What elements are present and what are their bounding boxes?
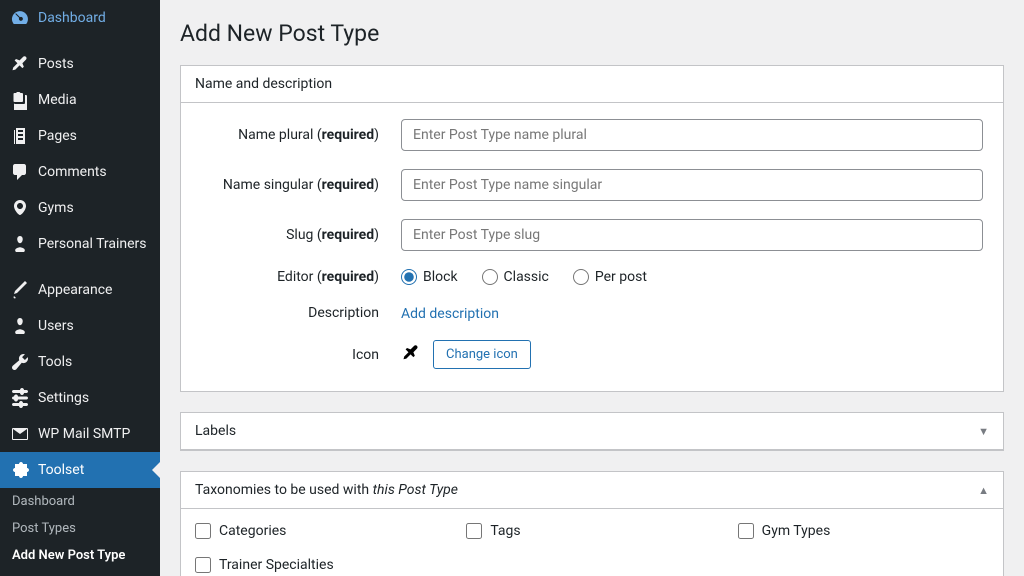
sidebar-item-personal-trainers[interactable]: Personal Trainers bbox=[0, 226, 160, 262]
checkbox-input-gym-types[interactable] bbox=[738, 523, 754, 539]
radio-classic[interactable] bbox=[482, 269, 498, 285]
media-icon bbox=[10, 90, 30, 110]
puzzle-icon bbox=[10, 460, 30, 480]
admin-sidebar: Dashboard Posts Media Pages Comments Gym… bbox=[0, 0, 160, 576]
slug-label: Slug (required) bbox=[201, 227, 401, 243]
panel-header-name-desc: Name and description bbox=[181, 66, 1003, 103]
main-content: Add New Post Type Name and description N… bbox=[160, 0, 1024, 576]
sidebar-item-settings[interactable]: Settings bbox=[0, 380, 160, 416]
user-icon bbox=[10, 234, 30, 254]
change-icon-button[interactable]: Change icon bbox=[433, 340, 531, 369]
panel-taxonomies: Taxonomies to be used with this Post Typ… bbox=[180, 471, 1004, 576]
description-label: Description bbox=[201, 305, 401, 321]
form-row-icon: Icon Change icon bbox=[201, 340, 983, 369]
sidebar-item-media[interactable]: Media bbox=[0, 82, 160, 118]
icon-label: Icon bbox=[201, 347, 401, 363]
sidebar-item-label: Gyms bbox=[38, 200, 74, 216]
form-row-name-plural: Name plural (required) bbox=[201, 119, 983, 151]
sidebar-item-label: Appearance bbox=[38, 282, 112, 298]
sidebar-item-label: Comments bbox=[38, 164, 107, 180]
map-marker-icon bbox=[10, 198, 30, 218]
checkbox-trainer-specialties[interactable]: Trainer Specialties bbox=[195, 557, 446, 573]
sidebar-item-label: Pages bbox=[38, 128, 77, 144]
sidebar-item-label: Toolset bbox=[38, 462, 84, 478]
sidebar-item-wp-mail-smtp[interactable]: WP Mail SMTP bbox=[0, 416, 160, 452]
pin-icon bbox=[401, 343, 421, 367]
sidebar-item-label: Media bbox=[38, 92, 77, 108]
gauge-icon bbox=[10, 8, 30, 28]
checkbox-input-tags[interactable] bbox=[466, 523, 482, 539]
sidebar-item-comments[interactable]: Comments bbox=[0, 154, 160, 190]
slug-input[interactable] bbox=[401, 219, 983, 251]
add-description-link[interactable]: Add description bbox=[401, 306, 499, 322]
checkbox-gym-types[interactable]: Gym Types bbox=[738, 523, 989, 539]
radio-block[interactable] bbox=[401, 269, 417, 285]
sidebar-item-tools[interactable]: Tools bbox=[0, 344, 160, 380]
name-singular-input[interactable] bbox=[401, 169, 983, 201]
radio-option-classic[interactable]: Classic bbox=[482, 269, 549, 285]
form-row-slug: Slug (required) bbox=[201, 219, 983, 251]
radio-option-per-post[interactable]: Per post bbox=[573, 269, 647, 285]
page-title: Add New Post Type bbox=[180, 20, 1004, 47]
sidebar-subitem-post-types[interactable]: Post Types bbox=[0, 515, 160, 542]
sidebar-item-label: WP Mail SMTP bbox=[38, 426, 130, 442]
sidebar-subitem-add-new-post-type[interactable]: Add New Post Type bbox=[0, 542, 160, 569]
form-row-name-singular: Name singular (required) bbox=[201, 169, 983, 201]
name-plural-label: Name plural (required) bbox=[201, 127, 401, 143]
radio-option-block[interactable]: Block bbox=[401, 269, 458, 285]
sidebar-item-label: Dashboard bbox=[38, 10, 106, 26]
sidebar-item-label: Tools bbox=[38, 354, 72, 370]
form-row-editor: Editor (required) Block Classic bbox=[201, 269, 983, 285]
sidebar-item-label: Personal Trainers bbox=[38, 236, 147, 252]
radio-per-post[interactable] bbox=[573, 269, 589, 285]
checkbox-tags[interactable]: Tags bbox=[466, 523, 717, 539]
comment-icon bbox=[10, 162, 30, 182]
sidebar-item-dashboard[interactable]: Dashboard bbox=[0, 0, 160, 36]
checkbox-input-categories[interactable] bbox=[195, 523, 211, 539]
checkbox-categories[interactable]: Categories bbox=[195, 523, 446, 539]
checkbox-input-trainer-specialties[interactable] bbox=[195, 557, 211, 573]
panel-name-description: Name and description Name plural (requir… bbox=[180, 65, 1004, 392]
brush-icon bbox=[10, 280, 30, 300]
sidebar-item-pages[interactable]: Pages bbox=[0, 118, 160, 154]
mail-icon bbox=[10, 424, 30, 444]
sidebar-item-gyms[interactable]: Gyms bbox=[0, 190, 160, 226]
sidebar-subitem-dashboard[interactable]: Dashboard bbox=[0, 488, 160, 515]
panel-labels: Labels ▼ bbox=[180, 412, 1004, 451]
sidebar-item-label: Settings bbox=[38, 390, 89, 406]
sidebar-item-posts[interactable]: Posts bbox=[0, 46, 160, 82]
sidebar-item-label: Posts bbox=[38, 56, 74, 72]
name-singular-label: Name singular (required) bbox=[201, 177, 401, 193]
editor-label: Editor (required) bbox=[201, 269, 401, 285]
name-plural-input[interactable] bbox=[401, 119, 983, 151]
panel-header-labels[interactable]: Labels ▼ bbox=[181, 413, 1003, 450]
panel-header-taxonomies[interactable]: Taxonomies to be used with this Post Typ… bbox=[181, 472, 1003, 509]
sliders-icon bbox=[10, 388, 30, 408]
chevron-up-icon: ▲ bbox=[978, 484, 989, 497]
form-row-description: Description Add description bbox=[201, 303, 983, 322]
chevron-down-icon: ▼ bbox=[978, 425, 989, 438]
sidebar-item-toolset[interactable]: Toolset bbox=[0, 452, 160, 488]
pin-icon bbox=[10, 54, 30, 74]
sidebar-item-appearance[interactable]: Appearance bbox=[0, 272, 160, 308]
sidebar-item-label: Users bbox=[38, 318, 74, 334]
user-icon bbox=[10, 316, 30, 336]
sidebar-item-users[interactable]: Users bbox=[0, 308, 160, 344]
pages-icon bbox=[10, 126, 30, 146]
wrench-icon bbox=[10, 352, 30, 372]
